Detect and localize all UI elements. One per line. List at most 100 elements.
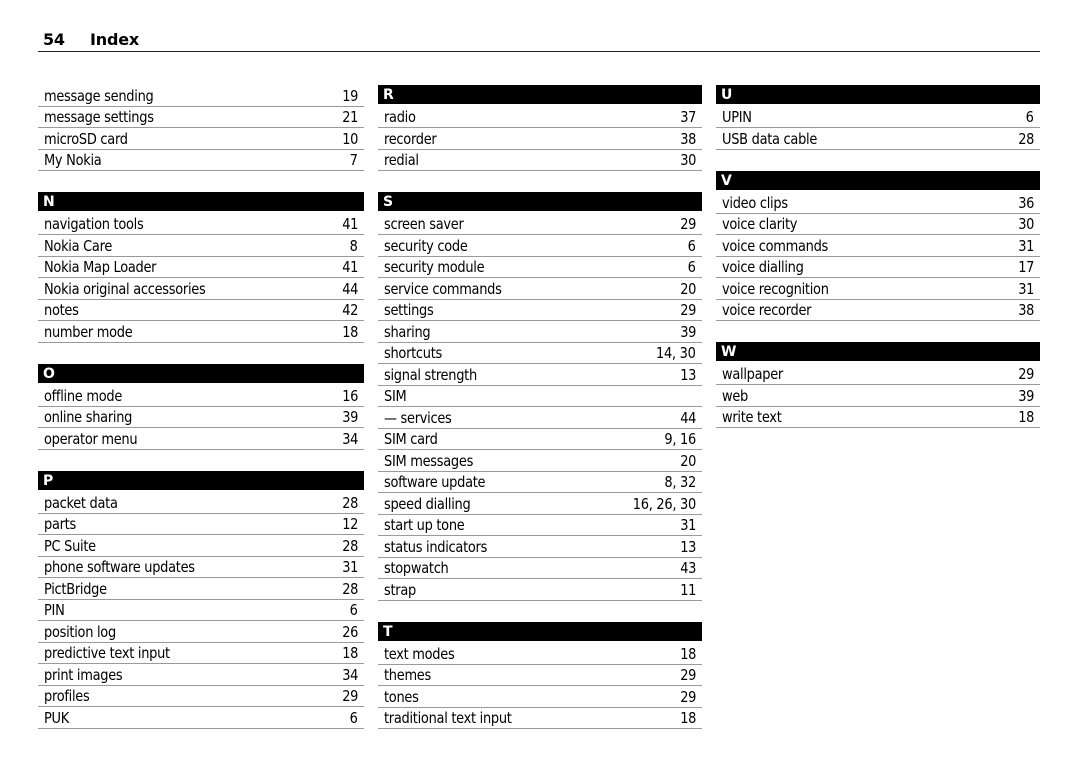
page-references: 28 (342, 536, 358, 555)
index-entry: notes 42 (38, 300, 364, 321)
page-references: 16, 26, 30 (632, 494, 696, 513)
index-term: sharing (384, 322, 431, 341)
index-entry: print images 34 (38, 664, 364, 686)
page-references: 29 (680, 215, 696, 233)
page-references: 18 (342, 644, 358, 662)
index-term: message sending (44, 86, 154, 105)
index-term: redial (384, 151, 419, 169)
index-entry: strap 11 (378, 579, 702, 601)
index-entry: predictive text input 18 (38, 643, 364, 664)
page-references: 7 (350, 151, 358, 169)
section-letter-heading: T (378, 621, 702, 641)
index-entry: settings 29 (378, 300, 702, 321)
index-term: radio (384, 108, 416, 126)
index-term: PictBridge (44, 579, 107, 598)
index-term: tones (384, 687, 419, 706)
page-references: 13 (680, 537, 696, 556)
index-section-v: Vvideo clips 36 voice clarity 30 voice comma… (716, 170, 1040, 321)
index-term: Nokia Map Loader (44, 258, 157, 276)
index-entry: parts 12 (38, 514, 364, 535)
index-term: status indicators (384, 537, 488, 556)
index-term: settings (384, 301, 434, 319)
index-entry: PIN 6 (38, 600, 364, 621)
page-references: 38 (680, 129, 696, 148)
page-references: 17 (1018, 258, 1034, 276)
index-entry: My Nokia 7 (38, 150, 364, 171)
index-term: web (722, 386, 748, 405)
page-references: 28 (342, 579, 358, 598)
index-entry: stopwatch 43 (378, 558, 702, 579)
index-term: screen saver (384, 215, 464, 233)
index-entry: themes 29 (378, 665, 702, 686)
index-term: start up tone (384, 516, 465, 534)
page-references: 39 (680, 322, 696, 341)
page-references: 18 (680, 644, 696, 663)
index-term: USB data cable (722, 129, 818, 148)
index-term: predictive text input (44, 644, 170, 662)
index-term: traditional text input (384, 709, 512, 727)
page-references: 29 (680, 687, 696, 706)
index-term: notes (44, 301, 79, 319)
index-entry: voice clarity 30 (716, 214, 1040, 235)
index-section-r: Rradio 37 recorder 38 redial 30 (378, 85, 702, 171)
page-references: 14, 30 (656, 344, 696, 362)
index-entry: recorder 38 (378, 128, 702, 150)
page-references: 10 (342, 129, 358, 148)
index-term: offline mode (44, 386, 123, 405)
index-term: — services (384, 408, 452, 427)
index-entry: UPIN 6 (716, 107, 1040, 128)
index-entry: voice commands 31 (716, 235, 1040, 257)
page-references: 13 (680, 365, 696, 384)
index-term: PIN (44, 601, 65, 619)
page-references: 26 (342, 622, 358, 641)
index-entry: SIM (378, 386, 702, 407)
page-references: 29 (1018, 365, 1034, 383)
index-entry: tones 29 (378, 686, 702, 708)
index-entry: profiles 29 (38, 686, 364, 707)
page-references: 6 (350, 708, 358, 727)
index-term: recorder (384, 129, 437, 148)
index-term: SIM (384, 387, 407, 405)
page-references: 31 (1018, 236, 1034, 255)
index-column-1: message sending 19 message settings 21 micro… (38, 85, 364, 729)
page-references: 6 (350, 601, 358, 619)
index-term: operator menu (44, 429, 138, 448)
page-references: 28 (1018, 129, 1034, 148)
index-term: Nokia Care (44, 236, 113, 255)
index-entry: screen saver 29 (378, 214, 702, 235)
index-section-p: Ppacket data 28 parts 12 PC Suite 28 phone sof… (38, 470, 364, 729)
index-entry: navigation tools 41 (38, 214, 364, 235)
index-entry: traditional text input 18 (378, 708, 702, 729)
index-term: My Nokia (44, 151, 102, 169)
index-entry: Nokia Care 8 (38, 235, 364, 257)
page-references: 41 (342, 258, 358, 276)
page-references: 16 (342, 386, 358, 405)
index-term: video clips (722, 193, 788, 212)
page-references: 28 (342, 493, 358, 512)
index-term: speed dialling (384, 494, 471, 513)
index-entry: status indicators 13 (378, 536, 702, 558)
index-term: Nokia original accessories (44, 279, 206, 298)
index-entry: sharing 39 (378, 321, 702, 343)
page-references: 29 (680, 301, 696, 319)
index-term: themes (384, 666, 431, 684)
page-references: 18 (680, 709, 696, 727)
index-section-n: Nnavigation tools 41 Nokia Care 8 Nokia Map … (38, 192, 364, 343)
section-letter-heading: P (38, 470, 364, 490)
page-references: 6 (688, 236, 696, 255)
page-references: 8, 32 (664, 473, 696, 491)
page-header: 54 Index (38, 29, 1040, 52)
index-entry: — services 44 (378, 407, 702, 429)
index-term: strap (384, 580, 416, 599)
section-letter-heading: O (38, 363, 364, 383)
index-term: PUK (44, 708, 69, 727)
index-term: voice clarity (722, 215, 798, 233)
page-references: 43 (680, 559, 696, 577)
index-entry: packet data 28 (38, 492, 364, 514)
index-entry: SIM messages 20 (378, 450, 702, 472)
index-entry: security code 6 (378, 235, 702, 257)
index-term: wallpaper (722, 365, 783, 383)
index-term: microSD card (44, 129, 128, 148)
index-entry: message settings 21 (38, 107, 364, 128)
index-entry: Nokia original accessories 44 (38, 278, 364, 300)
